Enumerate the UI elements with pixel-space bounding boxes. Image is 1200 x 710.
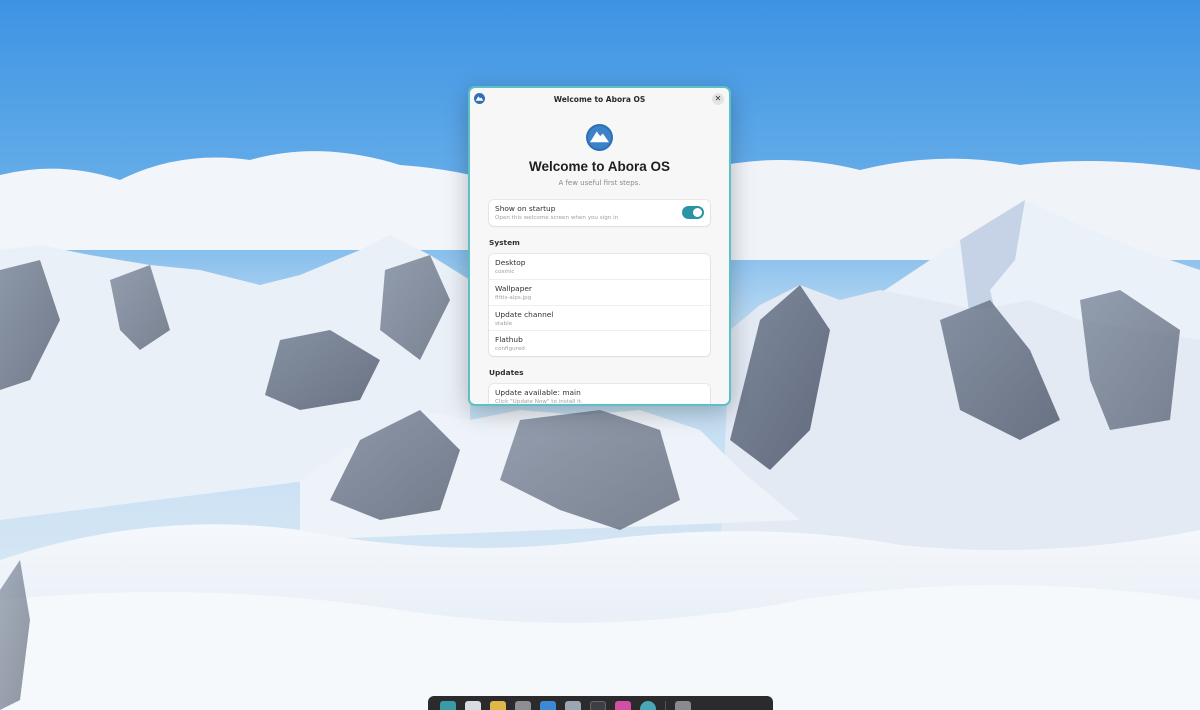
dock-apps-grid-icon[interactable]: [490, 701, 506, 710]
startup-card: Show on startup Open this welcome screen…: [489, 200, 710, 226]
system-row-flathub[interactable]: Flathub configured: [489, 330, 710, 356]
system-row-label: Update channel: [495, 309, 554, 319]
dock: [428, 696, 773, 710]
window-title: Welcome to Abora OS: [553, 94, 646, 104]
update-available-row[interactable]: Update available: main Click "Update Now…: [489, 384, 710, 405]
dock-terminal-icon[interactable]: [590, 701, 606, 710]
system-row-wallpaper[interactable]: Wallpaper fittis-alps.jpg: [489, 279, 710, 305]
updates-section-title: Updates: [489, 367, 524, 377]
updates-card: Update available: main Click "Update Now…: [489, 383, 710, 405]
abora-logo-icon: [586, 124, 613, 151]
dock-store-icon[interactable]: [615, 701, 631, 710]
close-button[interactable]: ✕: [712, 93, 724, 105]
dock-settings-icon[interactable]: [640, 701, 656, 710]
close-icon: ✕: [714, 94, 722, 103]
system-card: Desktop cosmic Wallpaper fittis-alps.jpg…: [489, 253, 710, 356]
welcome-window: Welcome to Abora OS ✕ Welcome to Abora O…: [468, 86, 731, 406]
system-row-value: stable: [495, 320, 513, 327]
toggle-knob: [693, 208, 702, 217]
show-on-startup-toggle[interactable]: [682, 206, 704, 219]
system-section-title: System: [489, 237, 520, 247]
welcome-hero: Welcome to Abora OS A few useful first s…: [489, 110, 710, 187]
system-row-value: cosmic: [495, 268, 515, 275]
abora-logo-icon: [474, 93, 485, 104]
show-on-startup-row[interactable]: Show on startup Open this welcome screen…: [489, 200, 710, 226]
dock-editor-icon[interactable]: [565, 701, 581, 710]
welcome-content[interactable]: Welcome to Abora OS A few useful first s…: [470, 110, 729, 405]
system-row-desktop[interactable]: Desktop cosmic: [489, 254, 710, 280]
show-on-startup-description: Open this welcome screen when you sign i…: [495, 215, 619, 221]
update-row-hint: Click "Update Now" to install it.: [495, 398, 583, 405]
welcome-subtitle: A few useful first steps.: [558, 179, 641, 187]
dock-workspaces-icon[interactable]: [465, 701, 481, 710]
update-row-label: Update available: main: [495, 387, 581, 397]
system-row-value: fittis-alps.jpg: [495, 295, 532, 301]
system-row-label: Wallpaper: [495, 284, 532, 293]
dock-launcher-icon[interactable]: [440, 701, 456, 710]
show-on-startup-label: Show on startup: [495, 204, 556, 213]
dock-separator: [665, 701, 666, 710]
dock-trash-icon[interactable]: [675, 701, 691, 710]
dock-folder-icon[interactable]: [540, 701, 556, 710]
window-titlebar[interactable]: Welcome to Abora OS ✕: [470, 88, 729, 110]
system-row-update-channel[interactable]: Update channel stable: [489, 304, 710, 331]
system-row-value: configured: [495, 346, 525, 352]
welcome-heading: Welcome to Abora OS: [528, 159, 671, 174]
system-row-label: Desktop: [495, 257, 526, 267]
system-row-label: Flathub: [495, 335, 523, 344]
dock-files-icon[interactable]: [515, 701, 531, 710]
